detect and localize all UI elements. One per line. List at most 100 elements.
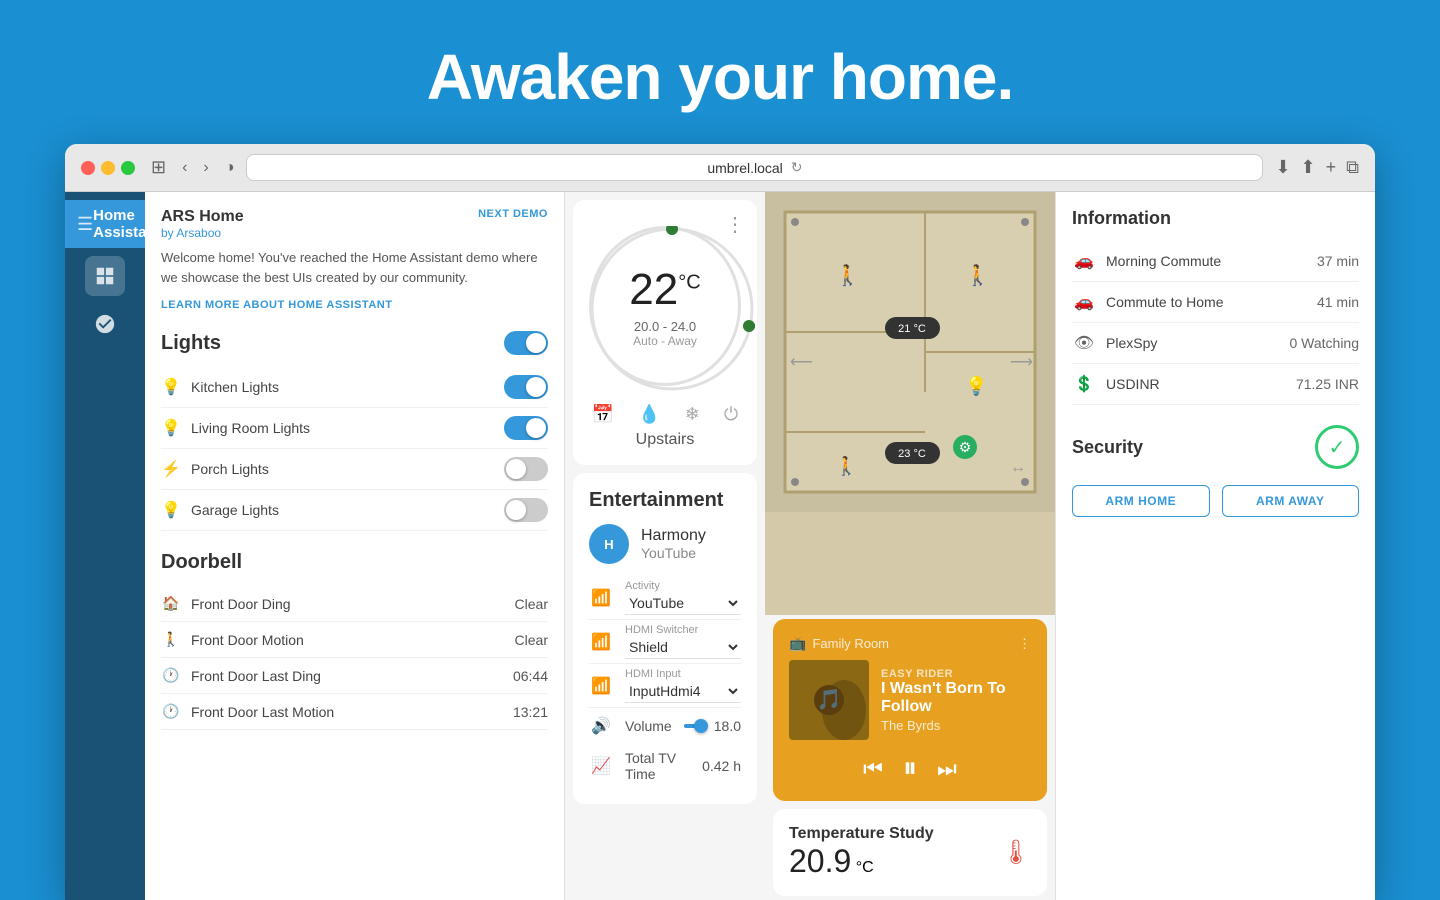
sidebar-item-entities[interactable]: [85, 304, 125, 344]
doorbell-item-name: Front Door Last Motion: [191, 704, 503, 720]
device-activity: YouTube: [641, 545, 706, 561]
prev-button[interactable]: ⏮: [863, 756, 883, 782]
close-button[interactable]: [81, 161, 95, 175]
light-name: Porch Lights: [191, 461, 494, 477]
browser-nav: ‹ ›: [178, 157, 213, 179]
schedule-icon[interactable]: 📅: [592, 404, 614, 425]
svg-text:🚶: 🚶: [965, 263, 990, 287]
kitchen-lights-toggle[interactable]: [504, 375, 548, 399]
theme-button[interactable]: ◑: [225, 159, 235, 177]
light-icon: 💡: [161, 418, 181, 438]
list-item: 🚶 Front Door Motion Clear: [161, 622, 548, 658]
lights-section: Lights 💡 Kitchen Lights 💡 Living Room Li…: [161, 331, 548, 531]
browser-chrome: ⊞ ‹ › ◑ umbrel.local ↻ ⬇ ⬆ + ⧉: [65, 144, 1375, 192]
cast-icon: 📺: [789, 635, 806, 652]
learn-more-link[interactable]: LEARN MORE ABOUT HOME ASSISTANT: [161, 299, 548, 311]
hero-title: Awaken your home.: [427, 0, 1013, 144]
svg-text:23 °C: 23 °C: [898, 448, 926, 460]
security-buttons: ARM HOME ARM AWAY: [1072, 485, 1359, 517]
temp-study-value-row: 20.9 °C: [789, 843, 934, 880]
next-button[interactable]: ⏭: [937, 756, 957, 782]
demo-header: ARS Home by Arsaboo NEXT DEMO: [161, 208, 548, 240]
info-item-name: Morning Commute: [1106, 253, 1307, 269]
download-button[interactable]: ⬇: [1275, 157, 1290, 178]
app-container: ☰ Home Assistant ⋮ ARS Home by Arsaboo: [65, 192, 1375, 900]
browser-window: ⊞ ‹ › ◑ umbrel.local ↻ ⬇ ⬆ + ⧉ ☰ Home As…: [65, 144, 1375, 900]
minimize-button[interactable]: [101, 161, 115, 175]
doorbell-item-name: Front Door Motion: [191, 632, 505, 648]
volume-slider[interactable]: [684, 724, 699, 728]
activity-field: Activity YouTube: [625, 580, 741, 615]
light-name: Living Room Lights: [191, 420, 494, 436]
music-title: I Wasn't Born To Follow: [881, 680, 1031, 716]
info-row: 💲 USDINR 71.25 INR: [1072, 364, 1359, 405]
doorbell-item-value: Clear: [515, 596, 548, 612]
sidebar-toggle-button[interactable]: ⊞: [151, 157, 166, 178]
tv-time-value: 0.42 h: [702, 758, 741, 774]
security-title: Security: [1072, 437, 1143, 458]
temp-study-value: 20.9: [789, 843, 851, 879]
tv-time-row: 📈 Total TV Time 0.42 h: [589, 744, 741, 788]
clock-icon: 🕐: [161, 667, 181, 684]
lights-title: Lights: [161, 332, 221, 355]
list-item: 🏠 Front Door Ding Clear: [161, 586, 548, 622]
activity-row: 📶 Activity YouTube: [589, 576, 741, 620]
music-more-icon[interactable]: ⋮: [1018, 636, 1031, 652]
maximize-button[interactable]: [121, 161, 135, 175]
url-bar[interactable]: umbrel.local ↻: [246, 154, 1263, 181]
porch-lights-toggle[interactable]: [504, 457, 548, 481]
info-item-name: PlexSpy: [1106, 335, 1279, 351]
hdmi-switcher-select[interactable]: Shield: [625, 636, 741, 659]
album-art-image: 🎵: [789, 660, 869, 740]
power-icon[interactable]: ⏻: [724, 404, 738, 425]
info-row: 🚗 Morning Commute 37 min: [1072, 241, 1359, 282]
living-room-lights-toggle[interactable]: [504, 416, 548, 440]
share-button[interactable]: ⬆: [1301, 157, 1316, 178]
garage-lights-toggle[interactable]: [504, 498, 548, 522]
svg-text:🚶: 🚶: [835, 263, 860, 287]
hamburger-icon[interactable]: ☰: [77, 214, 93, 235]
lights-master-toggle[interactable]: [504, 331, 548, 355]
temp-study-icon: 🌡: [1001, 838, 1031, 867]
svg-text:⟵: ⟵: [790, 354, 813, 371]
back-button[interactable]: ‹: [178, 157, 191, 179]
music-controls: ⏮ ⏸ ⏭: [789, 752, 1031, 785]
browser-actions: ⬇ ⬆ + ⧉: [1275, 157, 1359, 178]
doorbell-item-name: Front Door Last Ding: [191, 668, 503, 684]
forward-button[interactable]: ›: [199, 157, 212, 179]
music-info: easy RIDER I Wasn't Born To Follow The B…: [881, 668, 1031, 733]
pause-button[interactable]: ⏸: [903, 752, 917, 785]
sidebar-item-overview[interactable]: [85, 256, 125, 296]
hdmi-input-field: HDMI Input InputHdmi4: [625, 668, 741, 703]
hdmi-input-row: 📶 HDMI Input InputHdmi4: [589, 664, 741, 708]
light-icon: 💡: [161, 500, 181, 520]
tabs-button[interactable]: ⧉: [1346, 157, 1359, 178]
hdmi-input-select[interactable]: InputHdmi4: [625, 680, 741, 703]
temperature-study-card: Temperature Study 20.9 °C 🌡: [773, 809, 1047, 896]
new-tab-button[interactable]: +: [1326, 157, 1337, 178]
tv-time-icon: 📈: [589, 756, 613, 776]
light-name: Garage Lights: [191, 502, 494, 518]
home-sub[interactable]: by Arsaboo: [161, 226, 244, 240]
door-icon: 🏠: [161, 595, 181, 612]
temp-study-left: Temperature Study 20.9 °C: [789, 825, 934, 880]
floorplan-svg: 🚶 🚶 🚶 💡 21 °C 23 °C ⚙: [765, 192, 1055, 512]
main-area: ARS Home by Arsaboo NEXT DEMO Welcome ho…: [145, 192, 1375, 900]
light-icon: 💡: [161, 377, 181, 397]
humidity-icon[interactable]: 💧: [638, 404, 660, 425]
music-room: 📺 Family Room ⋮: [789, 635, 1031, 652]
list-item: 🕐 Front Door Last Ding 06:44: [161, 658, 548, 694]
activity-select[interactable]: YouTube: [625, 592, 741, 615]
left-panel: ARS Home by Arsaboo NEXT DEMO Welcome ho…: [145, 192, 565, 900]
thermostat-container: 22°C 20.0 - 24.0 Auto - Away: [589, 216, 741, 396]
next-demo-button[interactable]: NEXT DEMO: [478, 208, 548, 220]
fan-icon[interactable]: ❄: [685, 404, 700, 425]
arm-home-button[interactable]: ARM HOME: [1072, 485, 1210, 517]
reload-icon[interactable]: ↻: [791, 159, 803, 176]
svg-text:⚙: ⚙: [959, 439, 972, 455]
thermostat-icons: 📅 💧 ❄ ⏻: [589, 404, 741, 425]
volume-icon: 🔊: [589, 716, 613, 736]
device-avatar: H: [589, 524, 629, 564]
arm-away-button[interactable]: ARM AWAY: [1222, 485, 1360, 517]
svg-text:21 °C: 21 °C: [898, 323, 926, 335]
